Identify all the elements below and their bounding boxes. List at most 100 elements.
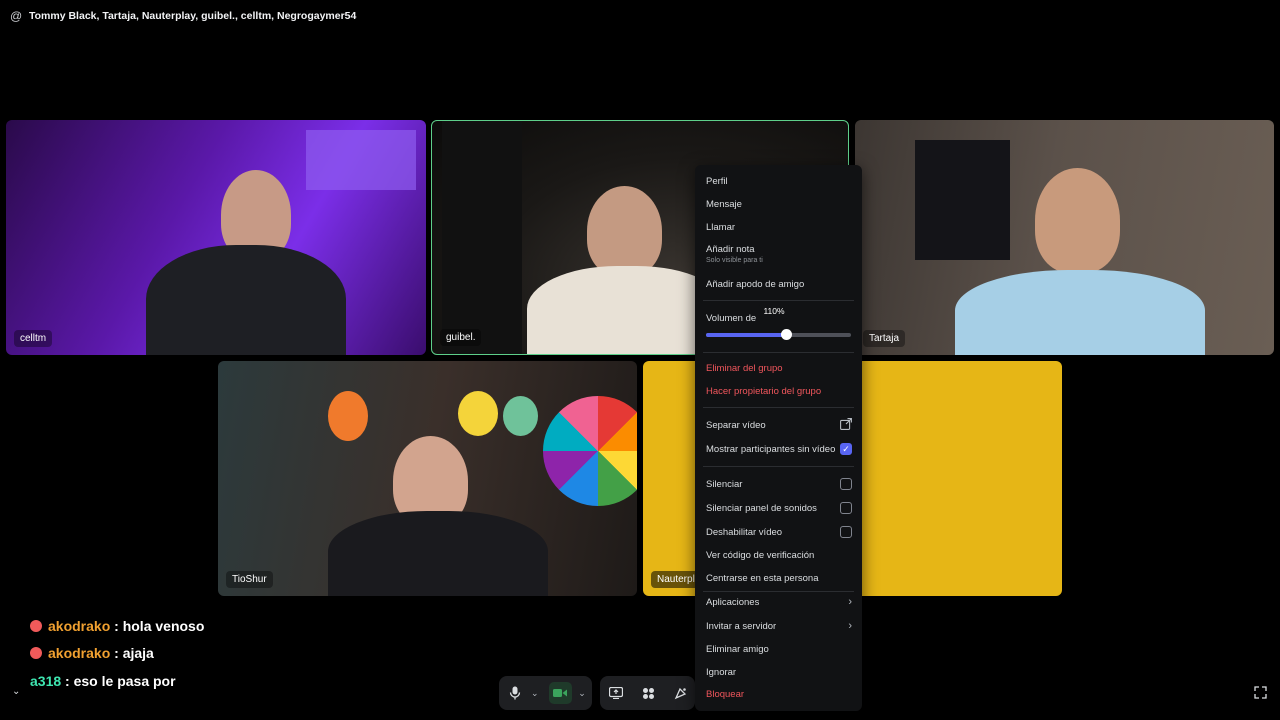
external-link-icon [840,417,852,433]
video-tile-tartaja[interactable]: Tartaja [855,120,1274,355]
person-head [587,186,662,276]
chat-separator: : [110,645,123,661]
menu-item-friend-nickname[interactable]: Añadir apodo de amigo [706,275,852,293]
menu-item-message[interactable]: Mensaje [706,195,852,213]
chevron-down-icon[interactable]: ⌄ [572,682,592,704]
checkbox-icon[interactable] [840,478,852,490]
activities-icon[interactable] [637,682,659,704]
user-badge-icon [30,620,42,633]
menu-item-mute-soundboard[interactable]: Silenciar panel de sonidos [706,499,852,517]
chat-username: akodrako [48,618,111,634]
menu-item-apps[interactable]: Aplicaciones › [706,593,852,611]
chat-text: eso le pasa por [73,673,176,689]
menu-label: Deshabilitar vídeo [706,526,783,538]
person-body [955,270,1205,355]
chat-message: akodrako : hola venoso [30,618,204,634]
chevron-right-icon: › [848,596,852,608]
user-badge-icon [30,647,42,660]
menu-label: Separar vídeo [706,419,766,431]
menu-item-show-non-video[interactable]: Mostrar participantes sin vídeo ✓ [706,440,852,458]
menu-label: Silenciar panel de sonidos [706,502,817,514]
prize-wheel [543,396,637,506]
toy-figure [503,396,538,436]
user-context-menu: Perfil Mensaje Llamar Añadir nota Solo v… [695,165,862,711]
menu-label: Añadir nota [706,243,755,255]
menu-label: Hacer propietario del grupo [706,385,822,397]
fullscreen-icon[interactable] [1254,686,1267,702]
participant-name: TioShur [226,571,273,588]
menu-divider [703,407,854,408]
menu-item-pop-out-video[interactable]: Separar vídeo [706,416,852,434]
menu-item-remove-friend[interactable]: Eliminar amigo [706,640,852,658]
menu-item-mute[interactable]: Silenciar [706,475,852,493]
camera-icon[interactable] [548,682,573,704]
chevron-down-icon[interactable]: ⌄ [12,686,20,697]
audio-video-controls: ⌄ ⌄ [499,676,592,710]
menu-item-invite-server[interactable]: Invitar a servidor › [706,617,852,635]
menu-item-make-owner[interactable]: Hacer propietario del grupo [706,382,852,400]
menu-item-add-note[interactable]: Añadir nota Solo visible para ti [706,240,852,265]
volume-tooltip: 110% [759,303,789,319]
menu-item-verification-code[interactable]: Ver código de verificación [706,546,852,564]
menu-divider [703,300,854,301]
checkbox-checked-icon[interactable]: ✓ [840,443,852,455]
participant-name: Nauterpl [651,571,701,588]
menu-item-ignore[interactable]: Ignorar [706,663,852,681]
menu-item-focus-person[interactable]: Centrarse en esta persona [706,569,852,587]
menu-label: Aplicaciones [706,596,760,608]
chat-username: a318 [30,673,62,689]
menu-divider [703,591,854,592]
background-decor [915,140,1010,260]
video-tile-celltm[interactable]: celltm [6,120,426,355]
volume-label: Volumen de [706,313,757,324]
menu-label: Perfil [706,175,728,187]
screen-share-icon[interactable] [605,682,627,704]
menu-item-remove-from-group[interactable]: Eliminar del grupo [706,359,852,377]
menu-label: Centrarse en esta persona [706,572,819,584]
menu-label: Bloquear [706,688,745,700]
participant-name: celltm [14,330,53,347]
video-tile-tioshur[interactable]: TioShur [218,361,637,596]
person-body [328,511,548,596]
chat-username: akodrako [48,645,111,661]
menu-label: Eliminar amigo [706,643,769,655]
toy-figure [458,391,498,436]
volume-slider-handle[interactable] [780,329,792,340]
menu-label: Llamar [706,221,736,233]
menu-item-call[interactable]: Llamar [706,218,852,236]
menu-label: Silenciar [706,478,743,490]
menu-label: Ver código de verificación [706,549,815,561]
menu-item-disable-video[interactable]: Deshabilitar vídeo [706,523,852,541]
menu-divider [703,466,854,467]
chat-separator: : [110,618,123,634]
checkbox-icon[interactable] [840,526,852,538]
volume-slider[interactable] [706,329,851,340]
menu-label: Mostrar participantes sin vídeo [706,443,836,455]
chat-text: ajaja [122,645,154,661]
person-body [146,245,346,355]
group-title[interactable]: Tommy Black, Tartaja, Nauterplay, guibel… [29,10,356,22]
chat-message: a318 : eso le pasa por [30,673,176,689]
volume-slider-fill [706,333,786,337]
menu-sublabel: Solo visible para ti [706,257,763,264]
menu-divider [703,352,854,353]
chat-message: akodrako : ajaja [30,645,154,661]
menu-item-profile[interactable]: Perfil [706,172,852,190]
chevron-down-icon[interactable]: ⌄ [525,682,545,704]
background-decor [306,130,416,190]
menu-label: Invitar a servidor [706,620,777,632]
menu-label: Ignorar [706,666,737,678]
mic-icon[interactable] [505,682,525,704]
dm-header: @ Tommy Black, Tartaja, Nauterplay, guib… [0,0,1280,32]
activity-controls [600,676,695,710]
soundboard-icon[interactable] [669,682,691,704]
chevron-right-icon: › [848,620,852,632]
chat-separator: : [61,673,74,689]
at-icon: @ [10,9,23,23]
chat-text: hola venoso [122,618,205,634]
toy-figure [328,391,368,441]
menu-item-block[interactable]: Bloquear [706,685,852,703]
checkbox-icon[interactable] [840,502,852,514]
menu-label: Mensaje [706,198,742,210]
participant-name: guibel. [440,329,482,346]
